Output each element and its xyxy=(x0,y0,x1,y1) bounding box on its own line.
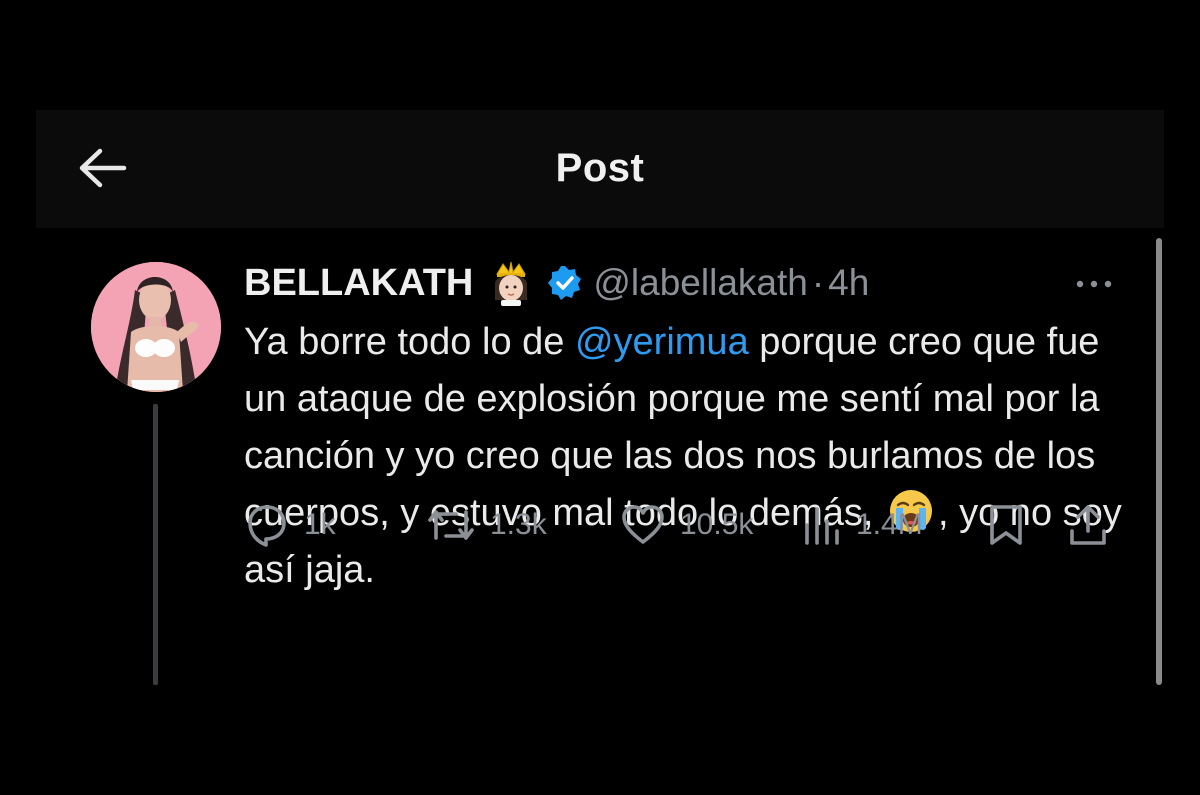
verified-badge-icon xyxy=(548,266,582,300)
like-count: 10.5k xyxy=(680,508,754,541)
tweet-text: Ya borre todo lo de @yerimua porque creo… xyxy=(244,314,1124,599)
top-bar: Post xyxy=(36,110,1164,228)
crown-emoji-icon xyxy=(495,261,528,306)
repost-icon xyxy=(428,510,474,540)
like-button[interactable]: 10.5k xyxy=(620,500,753,550)
views-icon xyxy=(805,507,839,545)
bookmark-button[interactable] xyxy=(988,500,1024,550)
views-button[interactable]: 1.4M xyxy=(802,500,923,550)
thread-line xyxy=(153,404,158,685)
share-icon xyxy=(1070,505,1106,545)
handle[interactable]: @labellakath xyxy=(593,262,807,304)
more-button[interactable] xyxy=(1072,274,1116,294)
more-icon xyxy=(1076,280,1112,288)
separator-dot: · xyxy=(811,262,825,303)
display-name[interactable]: BELLAKATH xyxy=(244,262,473,305)
avatar[interactable] xyxy=(91,262,221,392)
tweet-text-part: Ya borre todo lo de xyxy=(244,321,575,363)
bookmark-icon xyxy=(990,505,1022,545)
views-count: 1.4M xyxy=(856,508,923,541)
author-row: BELLAKATH @labellakath · 4h xyxy=(244,258,869,308)
reply-count: 1k xyxy=(304,508,336,541)
reply-button[interactable]: 1k xyxy=(244,500,336,550)
post-screen: Post BELLAKATH @labellakath · 4h Ya borr… xyxy=(36,110,1164,685)
timestamp[interactable]: 4h xyxy=(828,262,869,304)
repost-count: 1.3k xyxy=(490,508,547,541)
tweet: BELLAKATH @labellakath · 4h Ya borre tod… xyxy=(36,228,1164,685)
repost-button[interactable]: 1.3k xyxy=(426,500,547,550)
share-button[interactable] xyxy=(1068,500,1108,550)
mention-link[interactable]: @yerimua xyxy=(575,321,749,363)
like-icon xyxy=(622,505,664,544)
scrollbar[interactable] xyxy=(1156,238,1162,685)
reply-icon xyxy=(248,505,286,547)
profile-photo xyxy=(91,262,221,392)
page-title: Post xyxy=(555,146,645,190)
